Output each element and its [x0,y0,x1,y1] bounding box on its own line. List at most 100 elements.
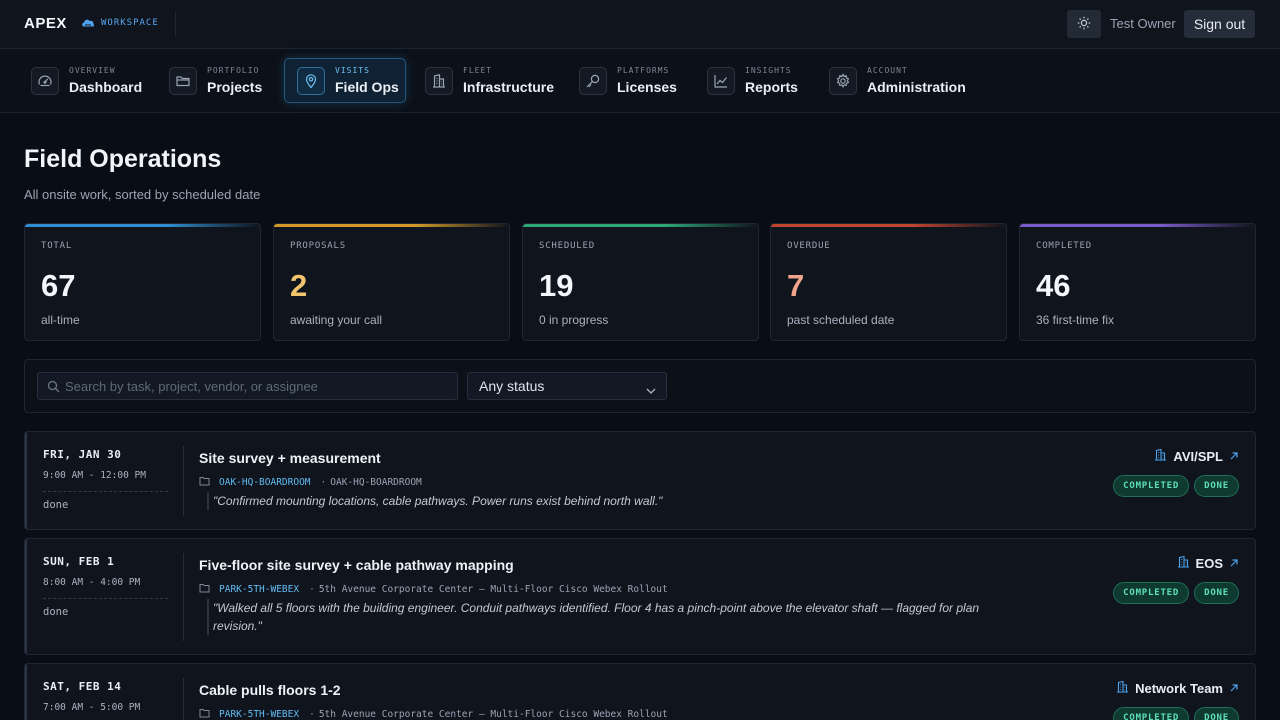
top-bar: APEX WORKSPACE Test Owner Sign out [0,0,1280,49]
page-subtitle: All onsite work, sorted by scheduled dat… [24,187,261,202]
key-icon [579,66,607,95]
folder-icon [169,66,197,95]
main-nav: OVERVIEW Dashboard PORTFOLIO Projects VISI… [0,49,1280,113]
stat-value: 46 [1036,268,1071,303]
stat-card-completed: COMPLETED 46 36 first-time fix [1019,223,1256,341]
visit-meta: PARK-5TH-WEBEX · 5th Avenue Corporate Ce… [199,708,668,720]
nav-kicker: PORTFOLIO [207,66,260,75]
status-badge: DONE [1194,582,1239,604]
stat-card-scheduled: SCHEDULED 19 0 in progress [522,223,759,341]
nav-item-administration[interactable]: ACCOUNT Administration [829,58,966,103]
nav-kicker: ACCOUNT [867,66,908,75]
stat-accent-bar [523,224,758,227]
gauge-icon [31,66,59,95]
external-link-icon [1229,449,1239,464]
search-box[interactable] [37,372,458,400]
visit-title[interactable]: Cable pulls floors 1-2 [199,682,341,698]
stat-accent-bar [1020,224,1255,227]
stat-value: 19 [539,268,574,303]
stat-card-overdue: OVERDUE 7 past scheduled date [770,223,1007,341]
stat-note: 0 in progress [539,313,609,327]
trend-chart-icon [707,66,735,95]
stat-label: SCHEDULED [539,241,595,251]
project-name: OAK-HQ-BOARDROOM [330,477,422,488]
workspace-text: WORKSPACE [101,17,159,28]
status-badges: COMPLETED DONE [1113,707,1239,720]
stat-note: all-time [41,313,80,327]
divider [43,491,168,492]
stat-label: OVERDUE [787,241,831,251]
visit-status: done [43,606,69,618]
status-select-value: Any status [479,378,545,394]
stat-note: 36 first-time fix [1036,313,1115,327]
stat-label: TOTAL [41,241,73,251]
vendor-link[interactable]: EOS [1177,555,1239,571]
visit-note: "Confirmed mounting locations, cable pat… [207,492,987,510]
nav-kicker: INSIGHTS [745,66,792,75]
visit-time: 9:00 AM - 12:00 PM [43,470,146,481]
stat-accent-bar [25,224,260,227]
nav-item-reports[interactable]: INSIGHTS Reports [707,58,798,103]
building-icon [1154,448,1167,464]
stat-label: COMPLETED [1036,241,1092,251]
stat-value: 67 [41,268,76,303]
project-name: 5th Avenue Corporate Center — Multi-Floo… [318,584,668,595]
building-icon [425,66,453,95]
visit-time: 8:00 AM - 4:00 PM [43,577,141,588]
visit-title[interactable]: Five-floor site survey + cable pathway m… [199,557,514,573]
status-badges: COMPLETED DONE [1113,582,1239,604]
visit-date: FRI, JAN 30 [43,448,122,461]
vendor-link[interactable]: Network Team [1116,680,1239,696]
divider [183,446,184,516]
cloud-icon [81,17,95,28]
sun-icon [1077,16,1091,33]
visit-title[interactable]: Site survey + measurement [199,450,381,466]
visit-meta: OAK-HQ-BOARDROOM · OAK-HQ-BOARDROOM [199,476,422,489]
nav-kicker: OVERVIEW [69,66,116,75]
sign-out-button[interactable]: Sign out [1184,10,1255,38]
status-select[interactable]: Any status [467,372,667,400]
building-icon [1116,680,1129,696]
nav-label: Projects [207,79,263,95]
visit-card[interactable]: SUN, FEB 1 8:00 AM - 4:00 PM done Five-f… [24,538,1256,655]
visit-card[interactable]: SAT, FEB 14 7:00 AM - 5:00 PM Cable pull… [24,663,1256,720]
visit-date: SUN, FEB 1 [43,555,115,568]
vendor-link[interactable]: AVI/SPL [1154,448,1239,464]
visit-card[interactable]: FRI, JAN 30 9:00 AM - 12:00 PM done Site… [24,431,1256,530]
nav-kicker: FLEET [463,66,493,75]
building-icon [1177,555,1190,571]
divider [43,598,168,599]
divider [183,678,184,720]
map-pin-icon [297,66,325,95]
visit-date: SAT, FEB 14 [43,680,122,693]
status-badge: DONE [1194,707,1239,720]
nav-item-projects[interactable]: PORTFOLIO Projects [169,58,262,103]
search-icon [47,380,60,396]
visit-note: "Walked all 5 floors with the building e… [207,599,987,635]
vendor-name: AVI/SPL [1173,448,1223,464]
project-code-link[interactable]: OAK-HQ-BOARDROOM [219,477,311,488]
vendor-name: EOS [1195,555,1223,571]
stat-value: 7 [787,268,805,303]
brand-logo[interactable]: APEX [24,15,67,32]
search-input[interactable] [65,373,450,399]
project-code-link[interactable]: PARK-5TH-WEBEX [219,709,299,720]
status-badges: COMPLETED DONE [1113,475,1239,497]
divider [183,553,184,641]
nav-item-infrastructure[interactable]: FLEET Infrastructure [425,58,554,103]
nav-item-licenses[interactable]: PLATFORMS Licenses [579,58,677,103]
project-name: 5th Avenue Corporate Center — Multi-Floo… [318,709,668,720]
user-name: Test Owner [1110,16,1176,31]
folder-icon [199,708,210,720]
page-title: Field Operations [24,145,222,173]
visit-time: 7:00 AM - 5:00 PM [43,702,141,713]
nav-item-field-ops[interactable]: VISITS Field Ops [284,58,406,103]
nav-label: Infrastructure [463,79,555,95]
gear-icon [829,66,857,95]
external-link-icon [1229,556,1239,571]
nav-item-dashboard[interactable]: OVERVIEW Dashboard [31,58,142,103]
nav-label: Dashboard [69,79,143,95]
status-badge: COMPLETED [1113,707,1190,720]
project-code-link[interactable]: PARK-5TH-WEBEX [219,584,299,595]
theme-toggle-button[interactable] [1067,10,1101,38]
